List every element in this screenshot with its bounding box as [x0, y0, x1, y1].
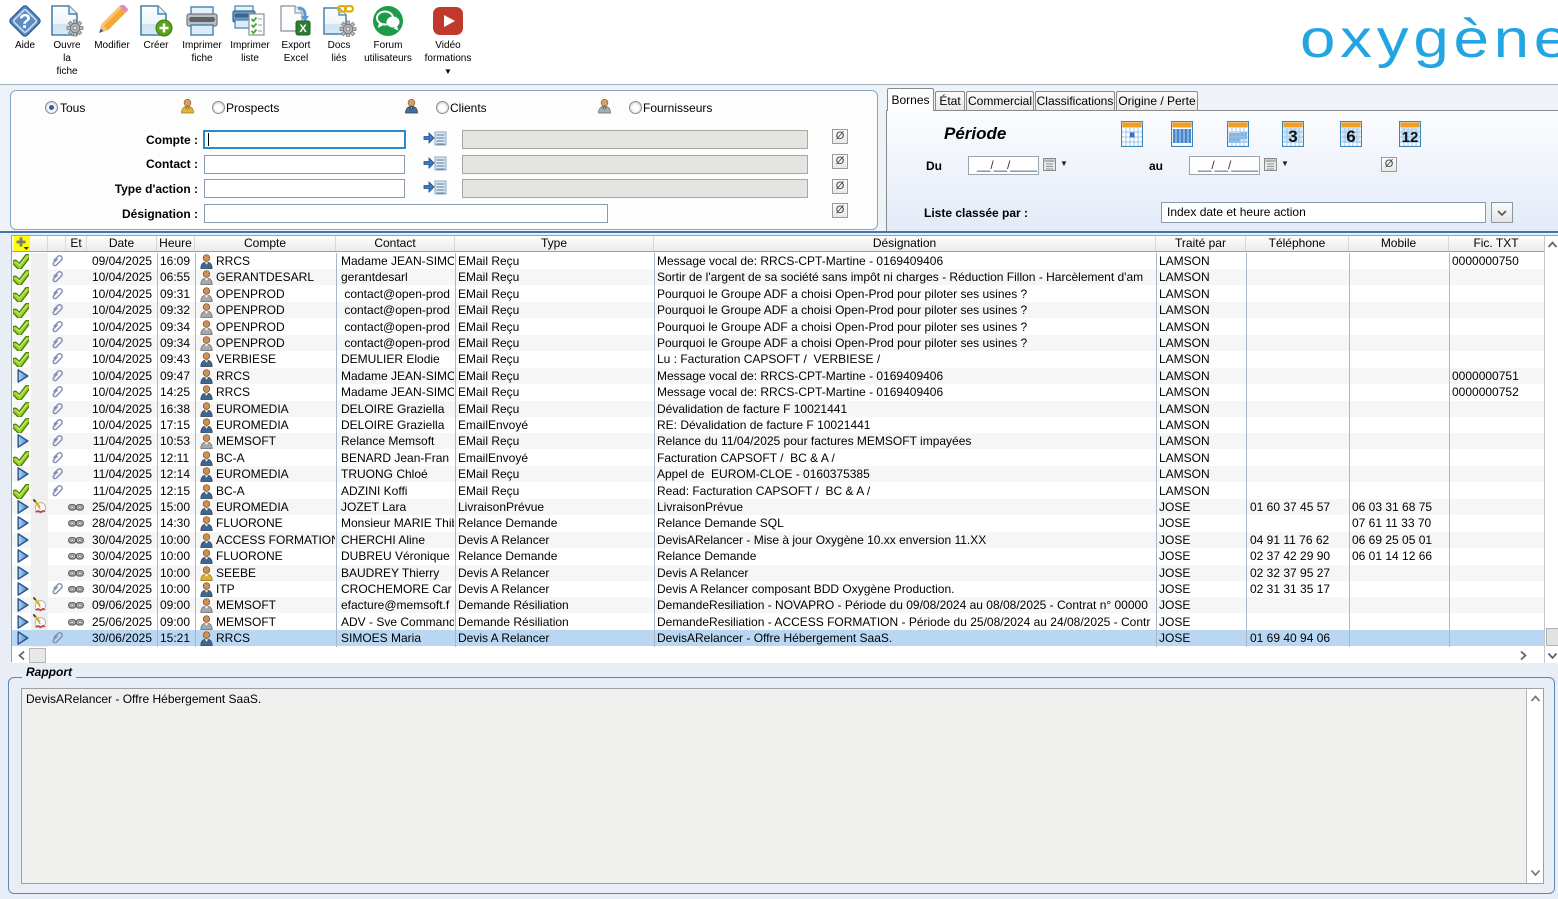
svg-text:6: 6 [1346, 127, 1355, 146]
svg-text:3: 3 [1288, 127, 1297, 146]
svg-text:?: ? [19, 11, 31, 33]
svg-text:X: X [299, 23, 307, 35]
svg-text:12: 12 [1402, 129, 1419, 146]
